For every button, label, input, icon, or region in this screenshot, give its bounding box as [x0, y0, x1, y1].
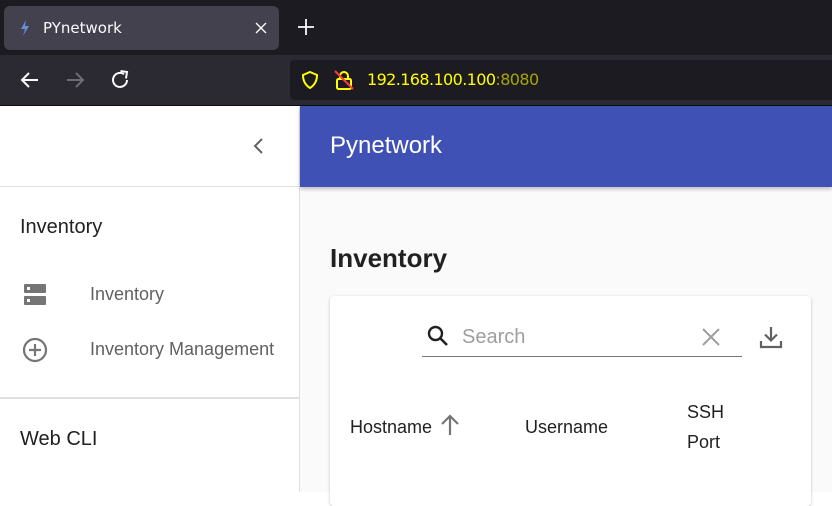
- browser-tab[interactable]: PYnetwork: [4, 6, 279, 50]
- close-tab-icon[interactable]: [253, 20, 269, 36]
- url-host: 192.168.100.100: [367, 70, 496, 89]
- arrow-up-icon[interactable]: [438, 412, 462, 438]
- app-bar: Pynetwork: [300, 106, 832, 187]
- sidebar-item-label: Inventory Management: [90, 339, 275, 359]
- search-icon: [427, 325, 448, 346]
- url-text[interactable]: 192.168.100.100:8080: [367, 71, 539, 89]
- app-root: Inventory Inventory Inventory Management…: [0, 106, 832, 506]
- column-header-ssh-port[interactable]: SSH Port: [687, 397, 735, 457]
- favicon-icon: [21, 20, 29, 36]
- sidebar-item-inventory-management[interactable]: Inventory Management: [0, 324, 299, 374]
- page-title: Inventory: [330, 243, 448, 273]
- back-icon[interactable]: [18, 68, 42, 92]
- add-circle-icon: [22, 337, 48, 363]
- download-icon[interactable]: [758, 324, 784, 350]
- sidebar-divider: [0, 397, 299, 399]
- url-port: :8080: [495, 70, 539, 89]
- app-title: Pynetwork: [330, 132, 443, 159]
- sidebar-header: [0, 106, 299, 187]
- column-header-username[interactable]: Username: [525, 412, 608, 442]
- sidebar-item-label: Inventory: [90, 284, 165, 304]
- reload-icon[interactable]: [108, 68, 132, 92]
- inventory-table-card: Hostname Username SSH Port: [330, 296, 811, 506]
- insecure-lock-icon[interactable]: [333, 69, 355, 91]
- sidebar: Inventory Inventory Inventory Management…: [0, 106, 300, 492]
- tab-title: PYnetwork: [43, 19, 122, 37]
- search-input[interactable]: [462, 324, 682, 350]
- sidebar-item-inventory[interactable]: Inventory: [0, 269, 299, 319]
- column-header-hostname[interactable]: Hostname: [350, 412, 432, 442]
- chevron-left-icon[interactable]: [248, 134, 270, 158]
- new-tab-icon[interactable]: [296, 17, 316, 37]
- sidebar-section-web-cli: Web CLI: [20, 428, 98, 450]
- browser-toolbar: 192.168.100.100:8080: [0, 55, 832, 106]
- server-icon: [24, 284, 46, 305]
- sidebar-section-inventory: Inventory: [20, 216, 103, 238]
- clear-icon[interactable]: [700, 326, 722, 348]
- main-content: Pynetwork Inventory Hostname: [300, 106, 832, 506]
- address-bar[interactable]: 192.168.100.100:8080: [290, 60, 832, 100]
- browser-tab-bar: PYnetwork: [0, 0, 832, 55]
- search-field[interactable]: [422, 316, 742, 357]
- forward-icon[interactable]: [63, 68, 87, 92]
- shield-icon[interactable]: [300, 70, 320, 90]
